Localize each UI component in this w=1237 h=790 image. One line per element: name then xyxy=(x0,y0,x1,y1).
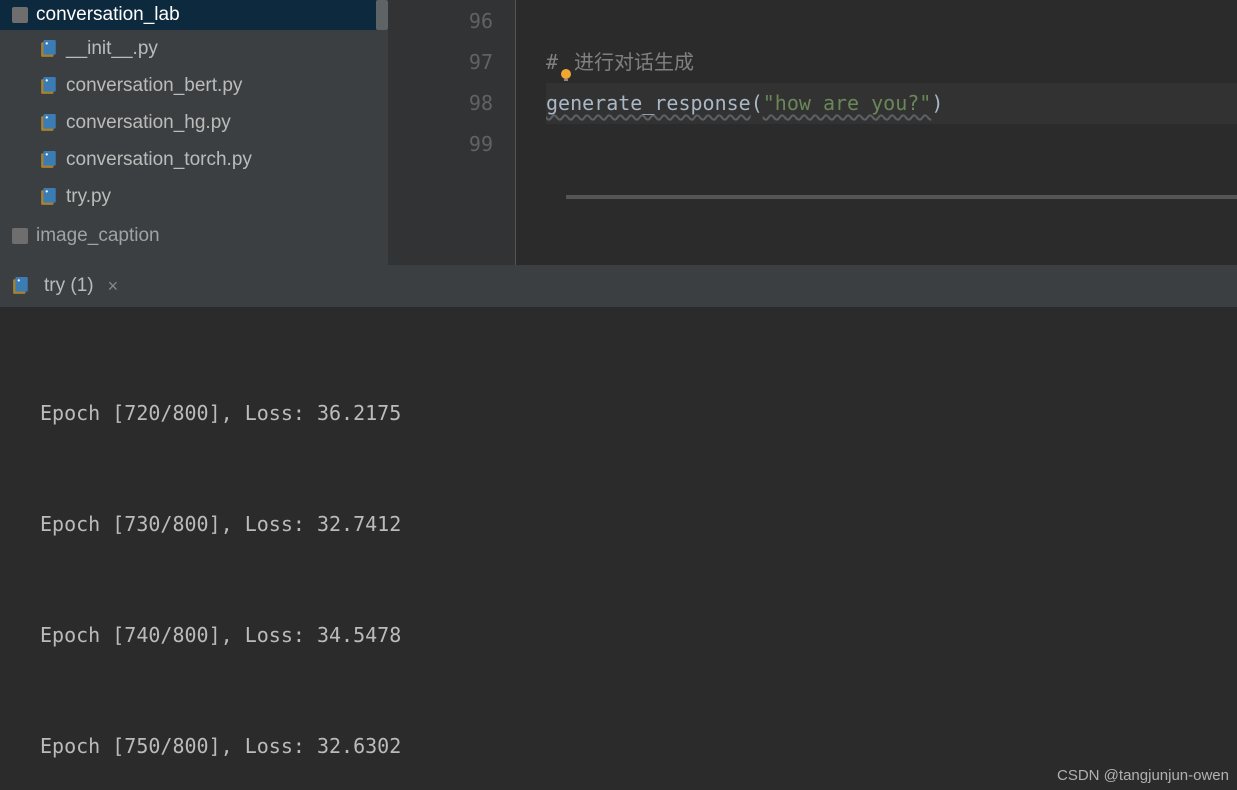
file-label: conversation_torch.py xyxy=(66,149,252,171)
sidebar-scrollbar[interactable] xyxy=(376,0,388,30)
editor-divider xyxy=(566,195,1237,199)
line-number: 99 xyxy=(388,124,493,165)
folder-label: conversation_lab xyxy=(36,4,180,26)
folder-icon xyxy=(12,7,28,23)
run-tab[interactable]: try (1) × xyxy=(12,275,118,297)
file-conversation-bert[interactable]: conversation_bert.py xyxy=(0,67,388,104)
line-number: 96 xyxy=(388,1,493,42)
file-conversation-hg[interactable]: conversation_hg.py xyxy=(0,104,388,141)
console-output[interactable]: Epoch [720/800], Loss: 36.2175 Epoch [73… xyxy=(0,307,1237,790)
console-line: Epoch [750/800], Loss: 32.6302 xyxy=(40,728,1237,765)
file-label: try.py xyxy=(66,186,111,208)
watermark: CSDN @tangjunjun-owen xyxy=(1057,767,1229,784)
python-file-icon xyxy=(40,77,58,95)
folder-image-caption[interactable]: image_caption xyxy=(0,221,388,251)
code-area[interactable]: #进行对话生成 generate_response("how are you?"… xyxy=(516,0,1237,265)
file-try[interactable]: try.py xyxy=(0,178,388,215)
line-gutter: 96 97 98 99 xyxy=(388,0,516,265)
run-tab-bar: try (1) × xyxy=(0,265,1237,307)
python-file-icon xyxy=(40,151,58,169)
lightbulb-icon[interactable] xyxy=(558,56,574,72)
line-number: 97 xyxy=(388,42,493,83)
python-file-icon xyxy=(40,188,58,206)
line-number: 98 xyxy=(388,83,493,124)
file-conversation-torch[interactable]: conversation_torch.py xyxy=(0,141,388,178)
python-file-icon xyxy=(12,277,30,295)
python-file-icon xyxy=(40,114,58,132)
console-line: Epoch [740/800], Loss: 34.5478 xyxy=(40,617,1237,654)
code-line-99 xyxy=(546,124,1237,165)
tab-label: try (1) xyxy=(44,275,94,297)
code-editor[interactable]: 96 97 98 99 #进行对话生成 generate_response("h… xyxy=(388,0,1237,265)
close-icon[interactable]: × xyxy=(108,276,119,297)
file-init[interactable]: __init__.py xyxy=(0,30,388,67)
code-line-97: #进行对话生成 xyxy=(546,42,1237,83)
console-line: Epoch [730/800], Loss: 32.7412 xyxy=(40,506,1237,543)
file-label: conversation_hg.py xyxy=(66,112,231,134)
folder-conversation-lab[interactable]: conversation_lab xyxy=(0,0,388,30)
file-label: __init__.py xyxy=(66,38,158,60)
project-tree[interactable]: conversation_lab __init__.py conversatio… xyxy=(0,0,388,265)
code-line-98: generate_response("how are you?") xyxy=(546,83,1237,124)
code-line-96 xyxy=(546,1,1237,42)
folder-icon xyxy=(12,228,28,244)
console-line: Epoch [720/800], Loss: 36.2175 xyxy=(40,395,1237,432)
folder-label: image_caption xyxy=(36,225,160,247)
python-file-icon xyxy=(40,40,58,58)
file-label: conversation_bert.py xyxy=(66,75,242,97)
